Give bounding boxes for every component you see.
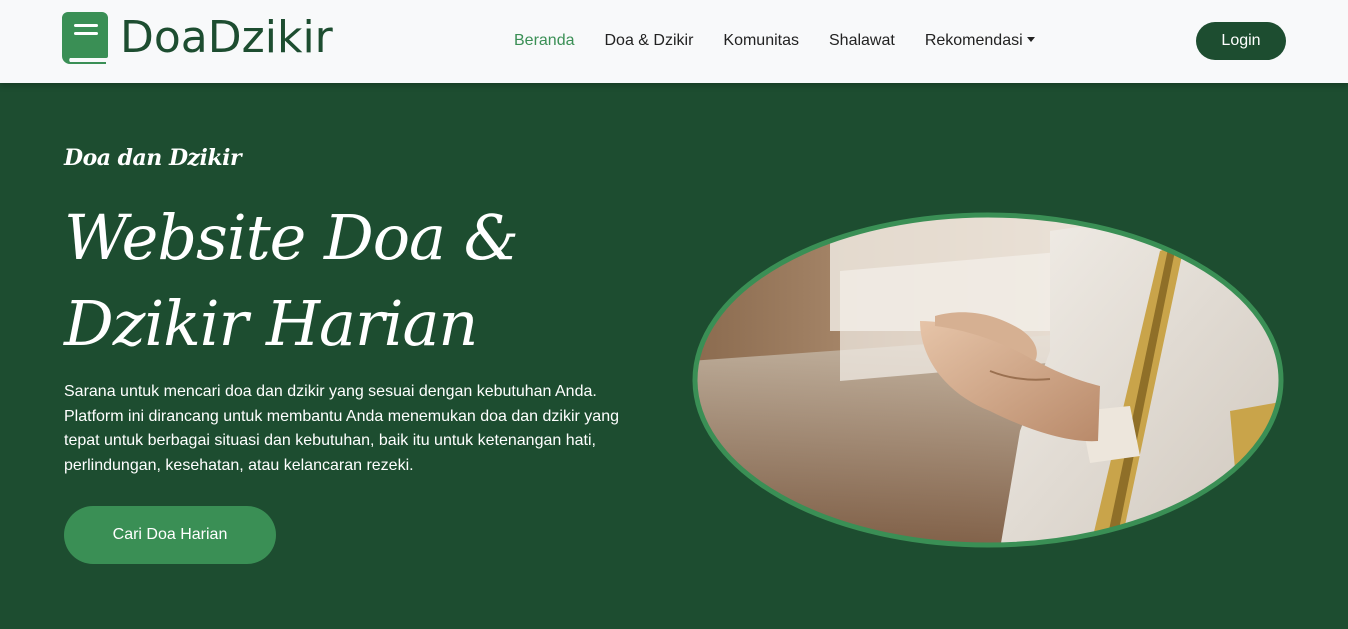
hero-section: Doa dan Dzikir Website Doa & Dzikir Hari… bbox=[0, 83, 1348, 629]
nav-item-beranda[interactable]: Beranda bbox=[514, 30, 575, 52]
brand-name: DoaDzikir bbox=[120, 12, 333, 63]
book-icon bbox=[62, 12, 108, 64]
nav-item-komunitas[interactable]: Komunitas bbox=[723, 30, 799, 52]
hero-headline: Website Doa & Dzikir Harian bbox=[64, 201, 519, 360]
hero-eyebrow: Doa dan Dzikir bbox=[64, 145, 242, 171]
nav-item-doa-dzikir[interactable]: Doa & Dzikir bbox=[605, 30, 694, 52]
login-button[interactable]: Login bbox=[1196, 22, 1286, 60]
hero-description: Sarana untuk mencari doa dan dzikir yang… bbox=[64, 383, 619, 474]
nav-item-shalawat[interactable]: Shalawat bbox=[829, 30, 895, 52]
navbar: DoaDzikir Beranda Doa & Dzikir Komunitas… bbox=[0, 0, 1348, 83]
cari-doa-harian-button[interactable]: Cari Doa Harian bbox=[64, 506, 276, 564]
main-nav: Beranda Doa & Dzikir Komunitas Shalawat … bbox=[514, 30, 1065, 52]
praying-hands-photo bbox=[692, 212, 1284, 548]
brand-logo-link[interactable]: DoaDzikir bbox=[62, 12, 333, 64]
nav-item-rekomendasi-dropdown[interactable]: Rekomendasi bbox=[925, 30, 1035, 52]
